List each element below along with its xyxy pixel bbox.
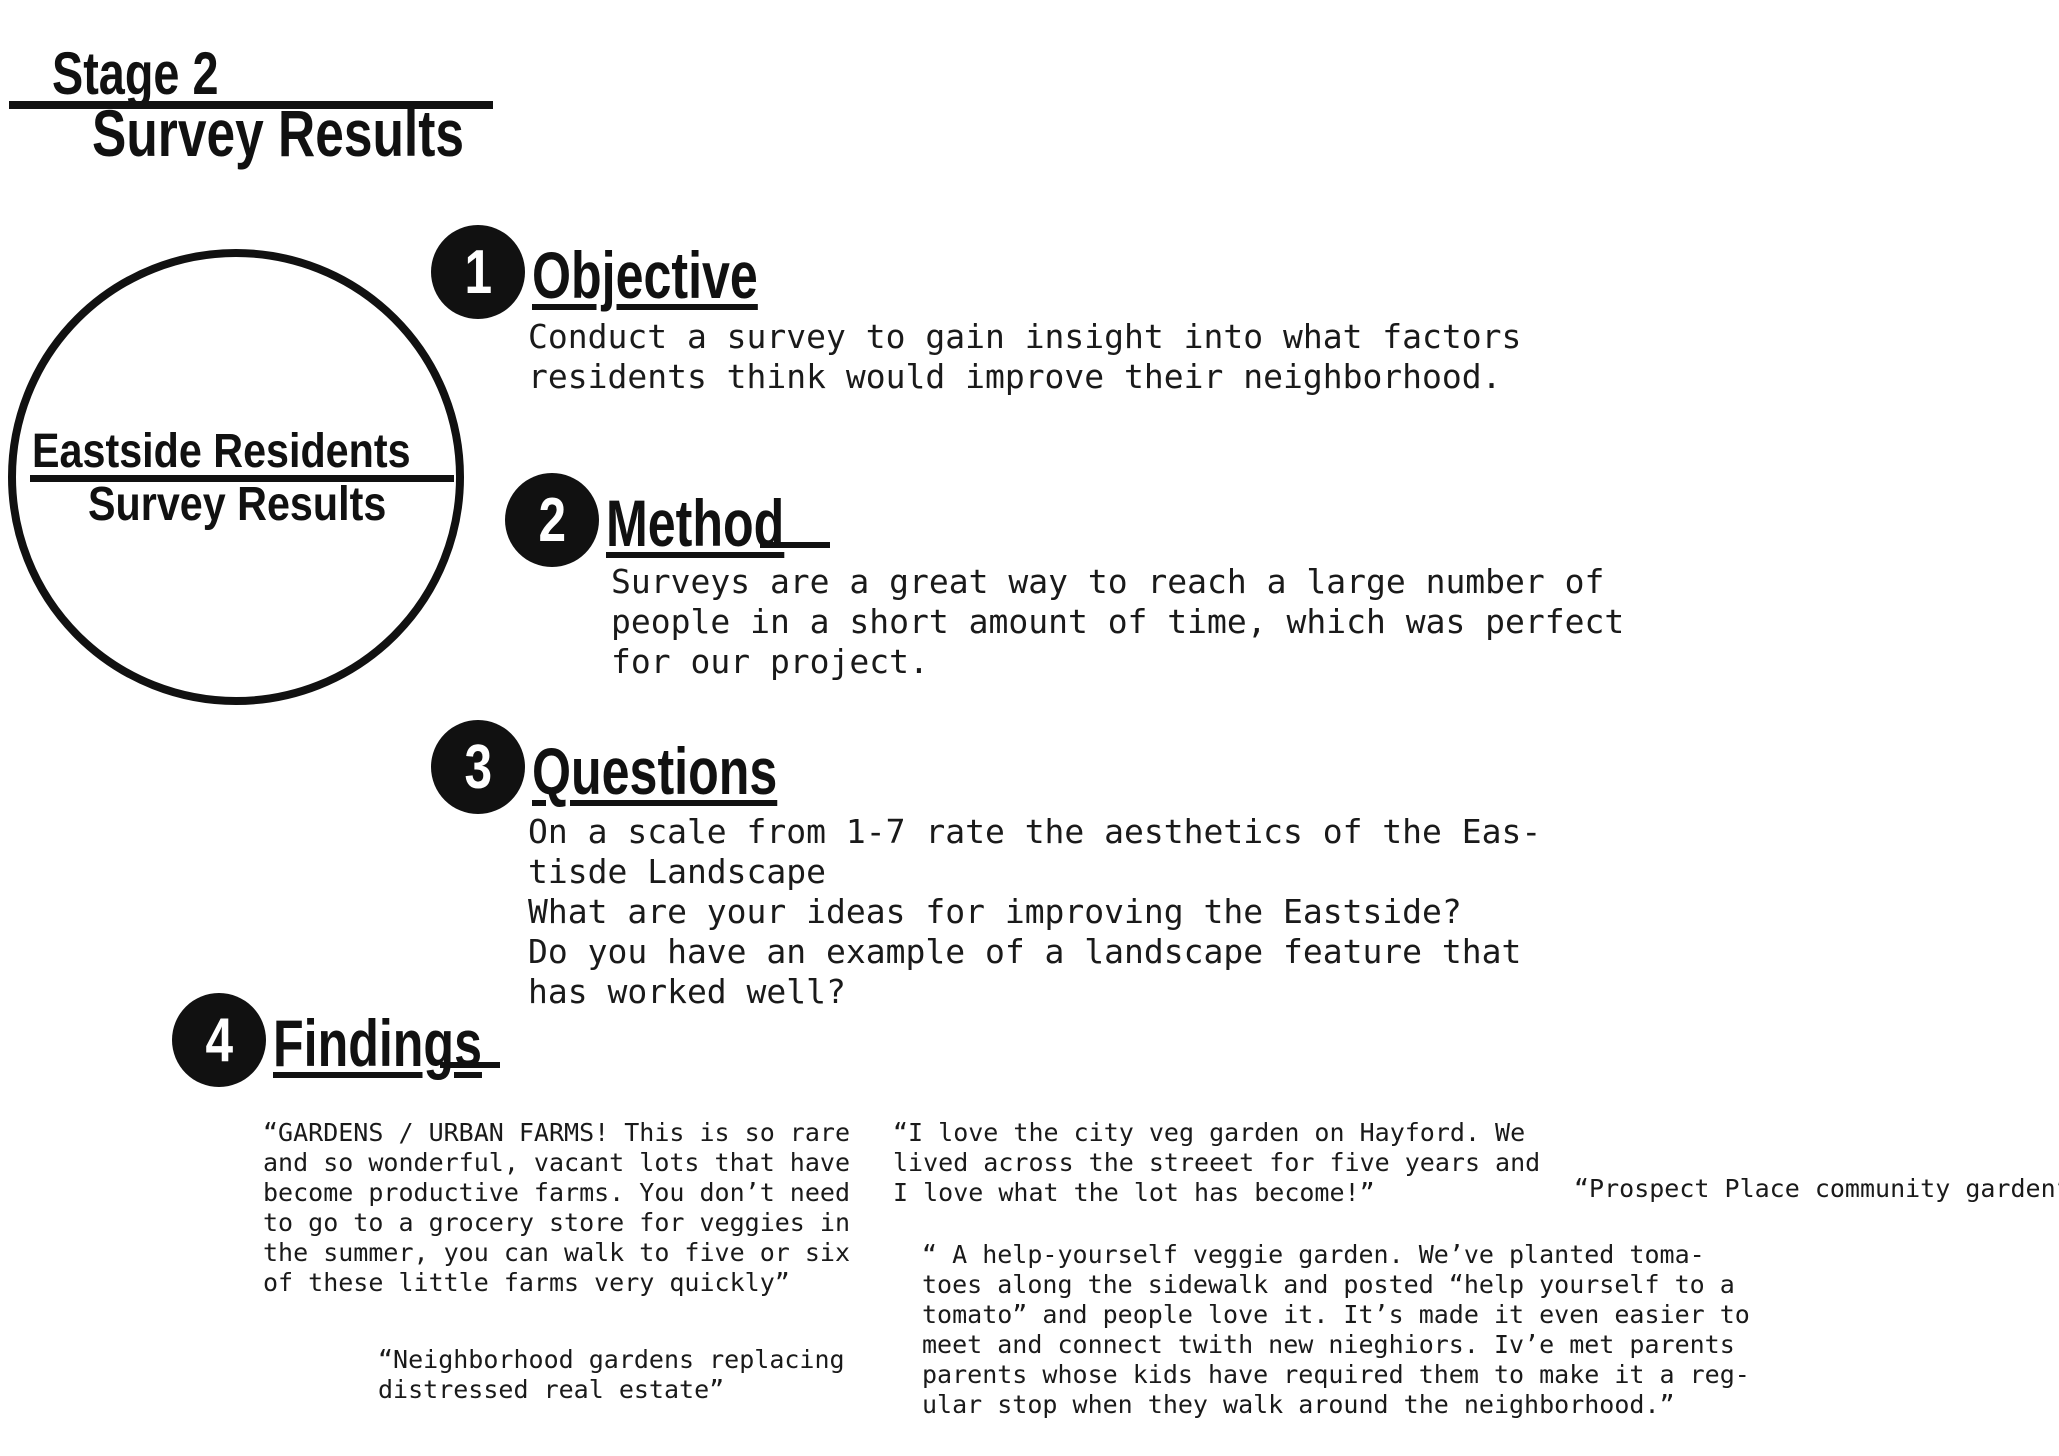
quote-line: “I love the city veg garden on Hayford. …	[893, 1118, 1526, 1147]
body-line: for our project.	[611, 642, 929, 681]
section-number-badge: 3	[431, 720, 525, 814]
page-title: Survey Results	[92, 96, 464, 170]
quote-urban-farms: “GARDENS / URBAN FARMS! This is so rare a…	[263, 1118, 850, 1298]
quote-line: “Prospect Place community garden”	[1574, 1174, 2059, 1203]
quote-line: “GARDENS / URBAN FARMS! This is so rare	[263, 1118, 850, 1147]
section-body-objective: Conduct a survey to gain insight into wh…	[528, 317, 1521, 397]
section-number: 4	[205, 1005, 233, 1075]
quote-line: parents whose kids have required them to…	[922, 1360, 1750, 1389]
quote-line: ular stop when they walk around the neig…	[922, 1390, 1675, 1419]
body-line: Conduct a survey to gain insight into wh…	[528, 317, 1522, 356]
section-number: 2	[538, 485, 566, 555]
body-line: residents think would improve their neig…	[528, 357, 1502, 396]
section-heading-objective: Objective	[532, 238, 758, 312]
section-body-questions: On a scale from 1-7 rate the aesthetics …	[528, 812, 1541, 1012]
quote-line: the summer, you can walk to five or six	[263, 1238, 850, 1267]
body-line: people in a short amount of time, which …	[611, 602, 1625, 641]
stage-title: Stage 2	[52, 40, 219, 107]
body-line: Surveys are a great way to reach a large…	[611, 562, 1605, 601]
quote-line: “Neighborhood gardens replacing	[378, 1345, 845, 1374]
circle-title-line1: Eastside Residents	[32, 425, 411, 478]
body-line: On a scale from 1-7 rate the aesthetics …	[528, 812, 1542, 851]
quote-line: distressed real estate”	[378, 1375, 725, 1404]
heading-underline	[440, 1062, 500, 1068]
circle-title-line2: Survey Results	[88, 478, 387, 531]
quote-neighborhood-gardens: “Neighborhood gardens replacing distresse…	[378, 1345, 845, 1405]
quote-line: toes along the sidewalk and posted “help…	[922, 1270, 1735, 1299]
section-number-badge: 4	[172, 993, 266, 1087]
quote-line: tomato” and people love it. It’s made it…	[922, 1300, 1750, 1329]
quote-line: “ A help-yourself veggie garden. We’ve p…	[922, 1240, 1705, 1269]
quote-line: I love what the lot has become!”	[893, 1178, 1375, 1207]
section-number: 1	[464, 237, 492, 307]
quote-line: of these little farms very quickly”	[263, 1268, 790, 1297]
quote-help-yourself-garden: “ A help-yourself veggie garden. We’ve p…	[922, 1240, 1750, 1420]
heading-underline	[760, 542, 830, 548]
quote-hayford-garden: “I love the city veg garden on Hayford. …	[893, 1118, 1540, 1208]
body-line: What are your ideas for improving the Ea…	[528, 892, 1462, 931]
body-line: has worked well?	[528, 972, 846, 1011]
quote-line: to go to a grocery store for veggies in	[263, 1208, 850, 1237]
section-number-badge: 2	[505, 473, 599, 567]
section-number-badge: 1	[431, 225, 525, 319]
section-number: 3	[464, 732, 492, 802]
section-heading-method: Method	[606, 486, 785, 560]
quote-prospect-place: “Prospect Place community garden”	[1574, 1174, 2059, 1204]
quote-line: and so wonderful, vacant lots that have	[263, 1148, 850, 1177]
quote-line: become productive farms. You don’t need	[263, 1178, 850, 1207]
body-line: Do you have an example of a landscape fe…	[528, 932, 1522, 971]
body-line: tisde Landscape	[528, 852, 827, 891]
section-body-method: Surveys are a great way to reach a large…	[611, 562, 1624, 682]
section-heading-questions: Questions	[532, 734, 778, 808]
quote-line: lived across the streeet for five years …	[893, 1148, 1541, 1177]
quote-line: meet and connect twith new nieghiors. Iv…	[922, 1330, 1735, 1359]
